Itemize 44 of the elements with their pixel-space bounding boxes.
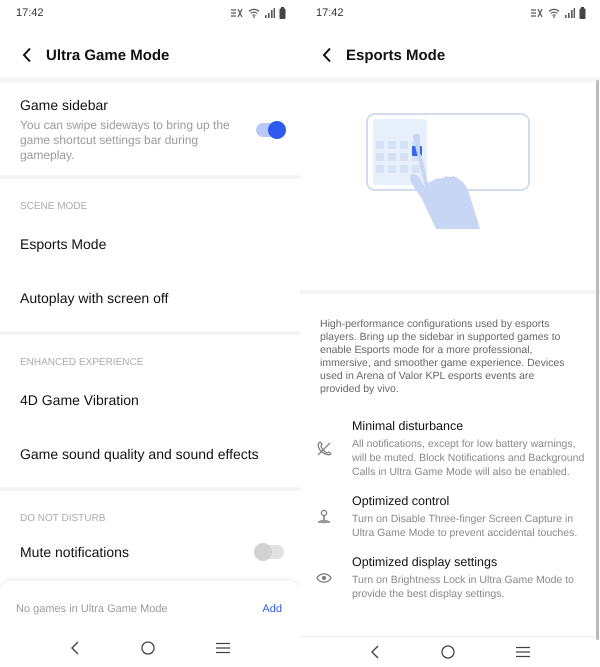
- setting-title: Mute notifications: [20, 543, 130, 561]
- wifi-icon: [548, 8, 560, 18]
- menu-item[interactable]: 4D Game Vibration: [20, 391, 139, 409]
- section-header: DO NOT DISTURB: [20, 513, 106, 524]
- wifi-icon: [248, 8, 260, 18]
- setting-title: Game sidebar: [20, 96, 109, 114]
- status-time: 17:42: [16, 7, 44, 19]
- setting-description: You can swipe sideways to bring up the game shortcut settings bar during gameplay.: [20, 118, 231, 163]
- add-button[interactable]: Add: [262, 603, 282, 615]
- joystick-icon: [316, 508, 332, 524]
- network-icon: [230, 8, 244, 18]
- menu-icon[interactable]: [216, 642, 230, 654]
- feature-title: Minimal disturbance: [352, 418, 464, 434]
- section-header: SCENE MODE: [20, 201, 88, 212]
- feature-description: Turn on Disable Three-finger Screen Capture in Ultra Game Mode to prevent accidental touches.: [352, 512, 578, 540]
- menu-item[interactable]: Esports Mode: [20, 235, 106, 253]
- mode-description: High-performance configurations used by esports players. Bring up the sidebar in supported games to enable Esports mode for a more professional, immersive, and smoother game experience. Devices used in Arena of Valor KPL esports events are provided by vivo.: [319, 317, 566, 396]
- back-icon[interactable]: [70, 641, 80, 655]
- feature-description: Turn on Brightness Lock in Ultra Game Mode to provide the best display settings.: [352, 573, 575, 601]
- toggle-switch[interactable]: [256, 545, 284, 559]
- network-icon: [530, 8, 544, 18]
- menu-icon[interactable]: [516, 646, 530, 658]
- battery-icon: [579, 7, 586, 19]
- back-icon[interactable]: [22, 47, 32, 63]
- menu-item[interactable]: Game sound quality and sound effects: [20, 445, 259, 463]
- feature-title: Optimized control: [352, 493, 450, 509]
- empty-message: No games in Ultra Game Mode: [16, 603, 168, 615]
- section-header: ENHANCED EXPERIENCE: [20, 357, 144, 368]
- feature-description: All notifications, except for low battery warnings, will be muted. Block Notifications and Background Calls in Ultra Game Mode will also be enabled.: [352, 437, 586, 479]
- screen-title: Esports Mode: [346, 46, 446, 64]
- signal-icon: [564, 8, 575, 18]
- back-icon[interactable]: [322, 47, 332, 63]
- menu-item[interactable]: Autoplay with screen off: [20, 289, 168, 307]
- back-icon[interactable]: [370, 645, 380, 659]
- status-time: 17:42: [316, 7, 344, 19]
- screen-title: Ultra Game Mode: [46, 46, 170, 64]
- phone-slash-icon: [316, 440, 332, 456]
- battery-icon: [279, 7, 286, 19]
- toggle-switch[interactable]: [256, 122, 284, 136]
- eye-icon: [316, 572, 332, 584]
- feature-title: Optimized display settings: [352, 554, 498, 570]
- signal-icon: [264, 8, 275, 18]
- home-icon[interactable]: [440, 645, 455, 659]
- home-icon[interactable]: [140, 641, 155, 655]
